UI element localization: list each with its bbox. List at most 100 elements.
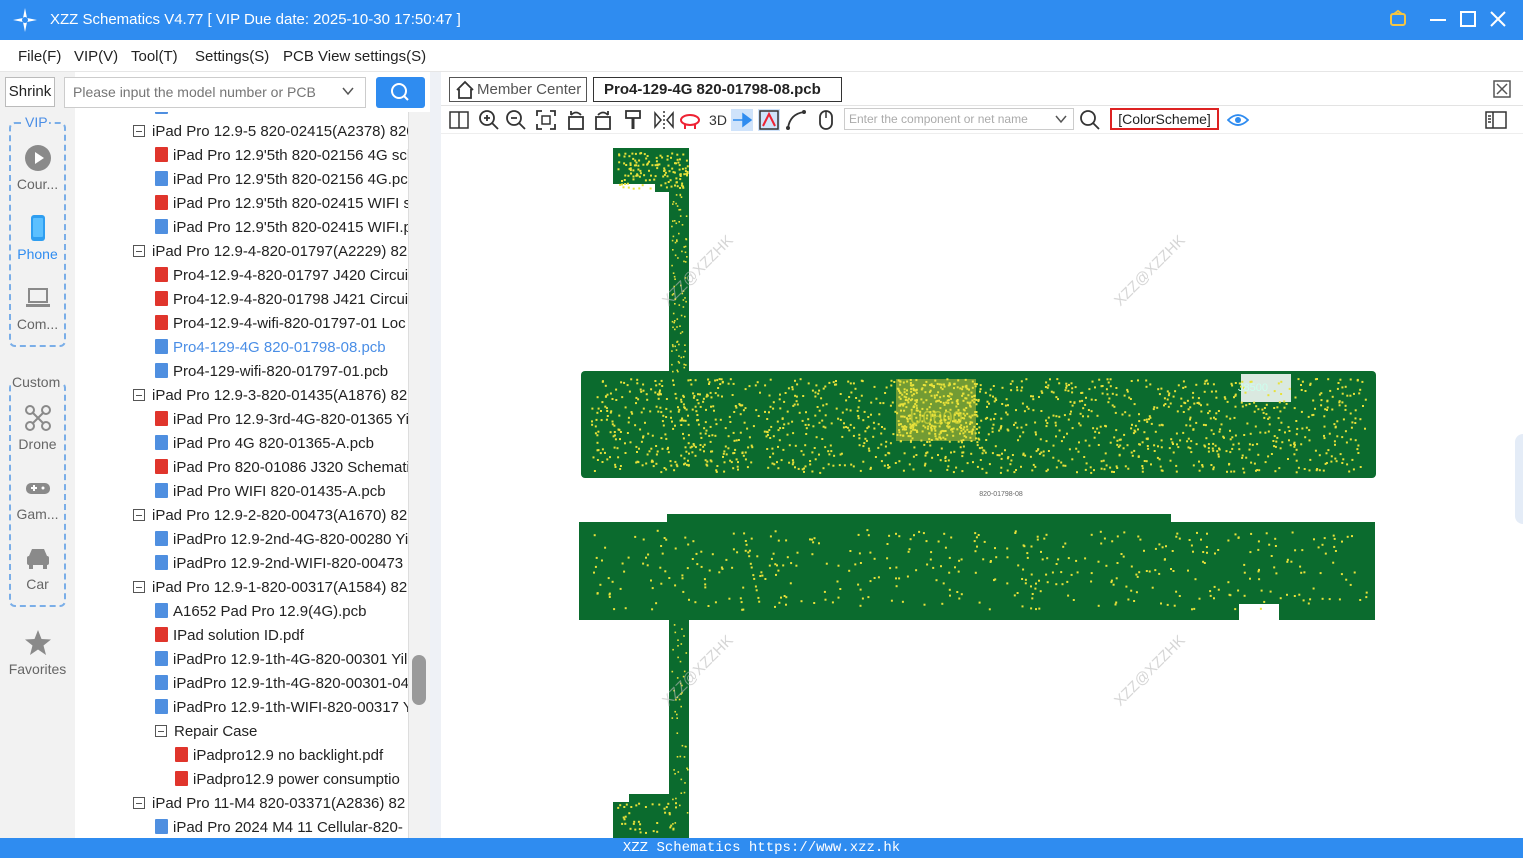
tree-file-item[interactable]: iPadPro 12.9-1th-4G-820-00301 Yil [155,648,407,672]
tree-file-item[interactable]: Pro4-129-wifi-820-01797-01.pcb [155,360,388,384]
tree-folder[interactable]: iPad Pro 12.9-2-820-00473(A1670) 82 [133,504,407,528]
tree-file-item[interactable]: iPadPro 12.9-2nd-4G-820-00280 Yi [155,528,408,552]
tree-folder[interactable]: Repair Case [155,720,257,744]
collapse-icon[interactable] [133,509,145,521]
pdf-file-icon[interactable] [155,147,168,162]
pcb-file-icon[interactable] [155,531,168,546]
pcb-file-icon[interactable] [155,363,168,378]
menu-settings[interactable]: Settings(S) [195,48,269,65]
collapse-icon[interactable] [133,125,145,137]
split-view-icon[interactable] [448,109,470,131]
pdf-file-icon[interactable] [155,315,168,330]
category-drone[interactable]: Drone [0,404,75,452]
tree-file-item[interactable]: iPad Pro 820-01086 J320 Schemati [155,456,408,480]
mouse-mode-icon[interactable] [815,109,837,131]
tree-file-item[interactable]: iPad Pro WIFI 820-01435-A.pcb [155,480,386,504]
category-car[interactable]: Car [0,544,75,592]
tree-scrollbar[interactable] [408,112,430,838]
pcb-canvas[interactable]: U0600 J8500 820-01798-08 XZZ@XZZHK XZZ@XZ… [441,134,1523,838]
tree-file-item[interactable]: Pro4-12.9-4-820-01798 J421 Circui [155,288,408,312]
flip-board-icon[interactable] [679,109,701,131]
pdf-file-icon[interactable] [155,411,168,426]
connector-label[interactable]: J8500 [1238,382,1268,394]
category-computer[interactable]: Com... [0,284,75,332]
tree-folder[interactable]: iPad Pro 12.9-3-820-01435(A1876) 82 [133,384,407,408]
collapse-icon[interactable] [133,581,145,593]
menu-vip[interactable]: VIP(V) [74,48,118,65]
tree-file-item[interactable]: iPadPro 12.9-2nd-WIFI-820-00473 [155,552,403,576]
panel-splitter[interactable] [430,72,441,838]
pcb-file-icon[interactable] [155,603,168,618]
category-courses[interactable]: Cour... [0,144,75,192]
tree-file-item[interactable]: iPadPro 12.9-1th-WIFI-820-00317 Y [155,696,408,720]
tree-file-item[interactable]: A1652 Pad Pro 12.9(4G).pcb [155,600,366,624]
search-input[interactable] [65,78,327,106]
tree-scrollbar-thumb[interactable] [412,655,426,705]
pcb-file-icon[interactable] [155,171,168,186]
chip-label[interactable]: U0600 [909,408,962,428]
close-icon[interactable] [1487,8,1509,30]
pcb-file-icon[interactable] [155,219,168,234]
brush-icon[interactable] [622,109,644,131]
pin-mode-icon[interactable] [731,109,753,131]
pcb-viewport[interactable]: U0600 J8500 820-01798-08 XZZ@XZZHK XZZ@XZ… [441,134,1523,838]
tree-file-item[interactable]: iPad Pro 2024 M4 11 Cellular-820- [155,816,403,838]
zoom-in-icon[interactable] [478,109,500,131]
minimize-icon[interactable] [1427,8,1449,30]
category-game[interactable]: Gam... [0,474,75,522]
category-favorites[interactable]: Favorites [0,629,75,677]
pcb-file-icon[interactable] [155,435,168,450]
trace-icon[interactable] [785,109,807,131]
tree-file-item[interactable]: Pro4-12.9-4-820-01797 J420 Circui [155,264,408,288]
close-tab-icon[interactable] [1493,80,1511,98]
tab-active-file[interactable]: Pro4-129-4G 820-01798-08.pcb [593,77,842,102]
shrink-button[interactable]: Shrink [5,77,55,107]
collapse-icon[interactable] [133,389,145,401]
tree-file-item[interactable]: iPad Pro 4G 820-01365-A.pcb [155,432,374,456]
pcb-file-icon[interactable] [155,651,168,666]
pdf-file-icon[interactable] [155,459,168,474]
pcb-file-icon[interactable] [155,699,168,714]
tree-file-item[interactable] [155,112,173,120]
tree-file-item[interactable]: Pro4-129-4G 820-01798-08.pcb [155,336,386,360]
eye-icon[interactable] [1227,109,1249,131]
tree-folder[interactable]: iPad Pro 12.9-4-820-01797(A2229) 82 [133,240,407,264]
tree-file-item[interactable]: iPadpro12.9 power consumptio [175,768,400,792]
fit-view-icon[interactable] [535,109,557,131]
menu-file[interactable]: File(F) [18,48,61,65]
menu-pcb-view-settings[interactable]: PCB View settings(S) [283,48,426,65]
tree-file-item[interactable]: iPadpro12.9 no backlight.pdf [175,744,383,768]
right-panel-handle[interactable] [1515,434,1523,524]
tree-file-item[interactable]: iPadPro 12.9-1th-4G-820-00301-04 [155,672,408,696]
tree-file-item[interactable]: iPad Pro 12.9-3rd-4G-820-01365 Yi [155,408,408,432]
tree-file-item[interactable]: iPad Pro 12.9'5th 820-02156 4G sch [155,144,408,168]
rotate-left-icon[interactable] [565,109,587,131]
pdf-file-icon[interactable] [155,291,168,306]
vip-crown-icon[interactable] [1387,8,1409,30]
tree-file-item[interactable]: iPad Pro 12.9'5th 820-02415 WIFI.p [155,216,408,240]
side-panel-icon[interactable] [1485,109,1507,131]
chevron-down-icon[interactable] [1054,112,1068,126]
tab-member-center[interactable]: Member Center [449,77,587,102]
pdf-file-icon[interactable] [175,747,188,762]
pdf-file-icon[interactable] [175,771,188,786]
3d-view-button[interactable]: 3D [705,109,731,131]
pcb-file-icon[interactable] [155,555,168,570]
color-scheme-button[interactable]: [ColorScheme] [1110,108,1219,130]
maximize-icon[interactable] [1457,8,1479,30]
zoom-out-icon[interactable] [505,109,527,131]
search-component-icon[interactable] [1079,109,1101,131]
net-highlight-icon[interactable] [758,109,780,131]
collapse-icon[interactable] [133,245,145,257]
component-search-input[interactable]: Enter the component or net name [844,108,1074,130]
pcb-file-icon[interactable] [155,819,168,834]
rotate-right-icon[interactable] [592,109,614,131]
tree-folder[interactable]: iPad Pro 11-M4 820-03371(A2836) 82 [133,792,405,816]
pdf-file-icon[interactable] [155,195,168,210]
pcb-file-icon[interactable] [155,483,168,498]
pdf-file-icon[interactable] [155,267,168,282]
mirror-icon[interactable] [653,109,675,131]
pdf-file-icon[interactable] [155,627,168,642]
tree-file-item[interactable]: iPad Pro 12.9'5th 820-02156 4G.pcb [155,168,408,192]
tree-folder[interactable]: iPad Pro 12.9-5 820-02415(A2378) 820 [133,120,408,144]
